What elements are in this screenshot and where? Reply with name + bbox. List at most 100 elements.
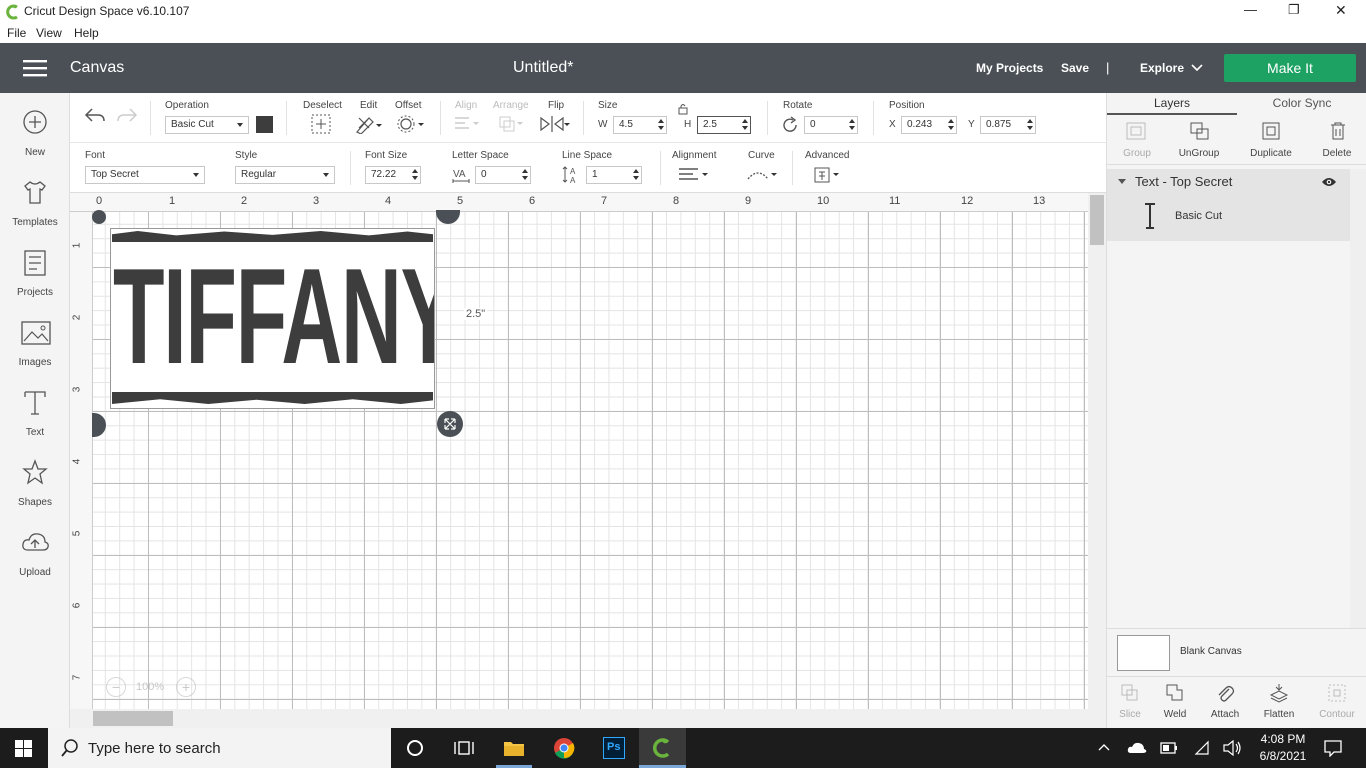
minimize-button[interactable]: — (1244, 2, 1257, 17)
close-button[interactable]: ✕ (1335, 2, 1347, 19)
maximize-button[interactable]: ❐ (1288, 2, 1300, 18)
rotate-input[interactable]: 0 (804, 116, 858, 134)
cortana-icon[interactable] (406, 739, 424, 757)
selected-text-object[interactable]: TIFFANY (110, 228, 435, 409)
clock-time[interactable]: 4:08 PM (1258, 732, 1308, 746)
bottom-border-band (112, 392, 433, 404)
taskbar-search-box[interactable]: Type here to search (48, 728, 391, 768)
blank-canvas-row[interactable]: Blank Canvas (1107, 628, 1366, 676)
operation-select[interactable]: Basic Cut (165, 116, 249, 134)
plus-circle-icon (23, 110, 47, 134)
curve-label: Curve (748, 150, 775, 161)
y-position-input[interactable]: 0.875 (980, 116, 1036, 134)
sidebar-item-projects[interactable]: Projects (0, 249, 70, 311)
text-icon (24, 391, 46, 415)
delete-handle[interactable] (92, 210, 106, 224)
sidebar-item-label: Text (25, 427, 45, 438)
wifi-icon[interactable] (1194, 740, 1210, 756)
photoshop-icon[interactable]: Ps (603, 737, 625, 759)
duplicate-button[interactable]: Duplicate (1241, 148, 1301, 159)
explore-menu[interactable]: Explore (1140, 61, 1184, 75)
ungroup-button[interactable]: UnGroup (1169, 148, 1229, 159)
task-view-icon[interactable] (454, 739, 474, 757)
x-position-value: 0.243 (907, 119, 933, 130)
deselect-icon[interactable] (311, 114, 331, 134)
font-size-input[interactable]: 72.22 (365, 166, 421, 184)
height-input[interactable]: 2.5 (697, 116, 751, 134)
menu-help[interactable]: Help (74, 26, 99, 40)
layer-group[interactable]: Text - Top Secret Basic Cut (1107, 169, 1350, 241)
menu-view[interactable]: View (36, 26, 62, 40)
rotate-icon (783, 116, 797, 132)
ruler-mark: 2 (71, 314, 83, 321)
ruler-mark: 0 (96, 195, 103, 207)
lock-icon[interactable] (678, 103, 688, 115)
design-canvas[interactable]: 0 1 2 3 4 5 6 7 8 9 10 11 12 13 1 2 3 4 … (70, 193, 1106, 728)
vertical-scrollbar[interactable] (1088, 193, 1106, 728)
arrange-label: Arrange (493, 100, 529, 111)
image-icon (21, 321, 51, 345)
bottom-actions: Slice Weld Attach Flatten Contour (1107, 676, 1366, 728)
chevron-down-icon[interactable] (1191, 64, 1203, 72)
divider (350, 151, 351, 185)
chevron-up-icon[interactable] (1098, 743, 1110, 751)
advanced-icon[interactable] (813, 166, 843, 184)
flip-icon[interactable] (540, 114, 570, 134)
sidebar-item-text[interactable]: Text (0, 389, 70, 451)
ruler-mark: 4 (71, 458, 83, 465)
volume-icon[interactable] (1223, 740, 1243, 756)
line-space-input[interactable]: 1 (586, 166, 642, 184)
alignment-icon[interactable] (678, 167, 712, 183)
sidebar-item-label: Images (18, 357, 52, 368)
sidebar-item-images[interactable]: Images (0, 319, 70, 381)
rotate-label: Rotate (783, 100, 813, 111)
ruler-mark: 8 (673, 195, 680, 207)
flatten-button[interactable]: Flatten (1249, 709, 1309, 720)
resize-handle[interactable] (437, 411, 463, 437)
tab-color-sync[interactable]: Color Sync (1237, 93, 1366, 115)
width-input[interactable]: 4.5 (613, 116, 667, 134)
caret-down-icon[interactable] (1117, 178, 1127, 186)
chrome-icon[interactable] (553, 737, 575, 759)
undo-icon[interactable] (84, 107, 106, 125)
delete-button[interactable]: Delete (1307, 148, 1366, 159)
sidebar-item-upload[interactable]: Upload (0, 529, 70, 591)
onedrive-icon[interactable] (1127, 741, 1147, 755)
zoom-in-button[interactable]: + (176, 677, 196, 697)
svg-text:A: A (570, 167, 576, 176)
layers-scrollbar[interactable] (1350, 169, 1366, 629)
height-readout: 2.5" (464, 308, 488, 320)
clock-date[interactable]: 6/8/2021 (1256, 749, 1310, 763)
edit-icon[interactable] (355, 114, 383, 134)
font-select[interactable]: Top Secret (85, 166, 205, 184)
windows-start-icon[interactable] (15, 740, 33, 758)
attach-button[interactable]: Attach (1195, 709, 1255, 720)
divider (583, 101, 584, 135)
canvas-thumbnail[interactable] (1117, 635, 1170, 671)
color-swatch[interactable] (256, 116, 273, 133)
style-select[interactable]: Regular (235, 166, 335, 184)
letter-space-input[interactable]: 0 (475, 166, 531, 184)
zoom-out-button[interactable]: − (106, 677, 126, 697)
menu-file[interactable]: File (7, 26, 26, 40)
offset-icon[interactable] (397, 114, 425, 134)
horizontal-scroll-thumb[interactable] (93, 711, 173, 726)
tab-layers[interactable]: Layers (1107, 93, 1237, 115)
hamburger-menu-icon[interactable] (23, 60, 47, 77)
horizontal-scrollbar[interactable] (70, 709, 1088, 728)
cricut-taskbar-app[interactable] (639, 728, 686, 768)
battery-icon[interactable] (1160, 742, 1178, 754)
save-button[interactable]: Save (1061, 61, 1089, 75)
make-it-button[interactable]: Make It (1224, 54, 1356, 82)
eye-icon[interactable] (1321, 176, 1337, 188)
trash-icon (1331, 122, 1345, 140)
sidebar-item-new[interactable]: New (0, 109, 70, 171)
sidebar-item-shapes[interactable]: Shapes (0, 459, 70, 521)
x-position-input[interactable]: 0.243 (901, 116, 957, 134)
curve-icon[interactable] (746, 167, 780, 183)
file-explorer-icon[interactable] (503, 738, 525, 758)
vertical-scroll-thumb[interactable] (1090, 195, 1104, 245)
my-projects-link[interactable]: My Projects (976, 61, 1043, 75)
notifications-icon[interactable] (1324, 739, 1342, 757)
sidebar-item-templates[interactable]: Templates (0, 179, 70, 241)
